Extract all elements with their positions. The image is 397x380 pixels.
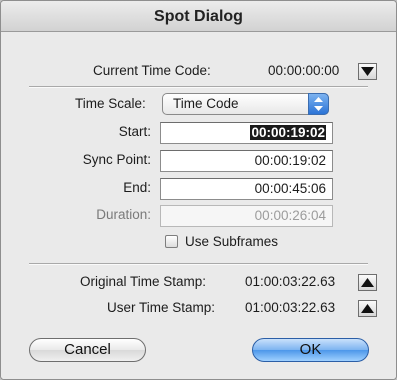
- start-value: 00:00:19:02: [250, 125, 326, 140]
- start-field[interactable]: 00:00:19:02: [160, 122, 333, 144]
- end-label: End:: [123, 180, 151, 195]
- duration-field: 00:00:26:04: [160, 205, 333, 227]
- cancel-button[interactable]: Cancel: [29, 338, 146, 362]
- original-time-stamp-button[interactable]: [358, 274, 377, 291]
- sync-point-label: Sync Point:: [82, 152, 151, 167]
- ok-button[interactable]: OK: [252, 338, 369, 362]
- duration-label: Duration:: [96, 207, 151, 222]
- original-time-stamp-value: 01:00:03:22.63: [245, 274, 336, 289]
- original-time-stamp-label: Original Time Stamp:: [80, 274, 207, 289]
- current-time-code-value: 00:00:00:00: [268, 63, 340, 78]
- up-down-chevron-icon: [314, 97, 323, 111]
- user-time-stamp-label: User Time Stamp:: [107, 300, 216, 315]
- end-field[interactable]: 00:00:45:06: [160, 178, 333, 200]
- time-scale-label: Time Scale:: [75, 96, 146, 111]
- triangle-up-icon: [361, 304, 374, 313]
- current-time-code-label: Current Time Code:: [93, 63, 211, 78]
- dialog-body: Current Time Code: 00:00:00:00 Time Scal…: [1, 32, 396, 379]
- separator-top: [29, 86, 368, 88]
- user-time-stamp-button[interactable]: [358, 300, 377, 317]
- spot-dialog-window: Spot Dialog Current Time Code: 00:00:00:…: [0, 0, 397, 380]
- sync-point-field[interactable]: 00:00:19:02: [160, 150, 333, 172]
- popup-stepper: [308, 93, 329, 115]
- time-scale-popup[interactable]: Time Code: [162, 93, 329, 115]
- start-label: Start:: [118, 124, 151, 139]
- time-scale-selected: Time Code: [173, 96, 239, 111]
- triangle-down-icon: [361, 67, 374, 76]
- user-time-stamp-value: 01:00:03:22.63: [245, 300, 336, 315]
- triangle-up-icon: [361, 278, 374, 287]
- window-title: Spot Dialog: [1, 1, 396, 32]
- current-time-code-capture-button[interactable]: [358, 63, 377, 80]
- use-subframes-checkbox[interactable]: [165, 235, 178, 248]
- use-subframes-label[interactable]: Use Subframes: [185, 234, 278, 249]
- separator-bottom: [29, 263, 368, 265]
